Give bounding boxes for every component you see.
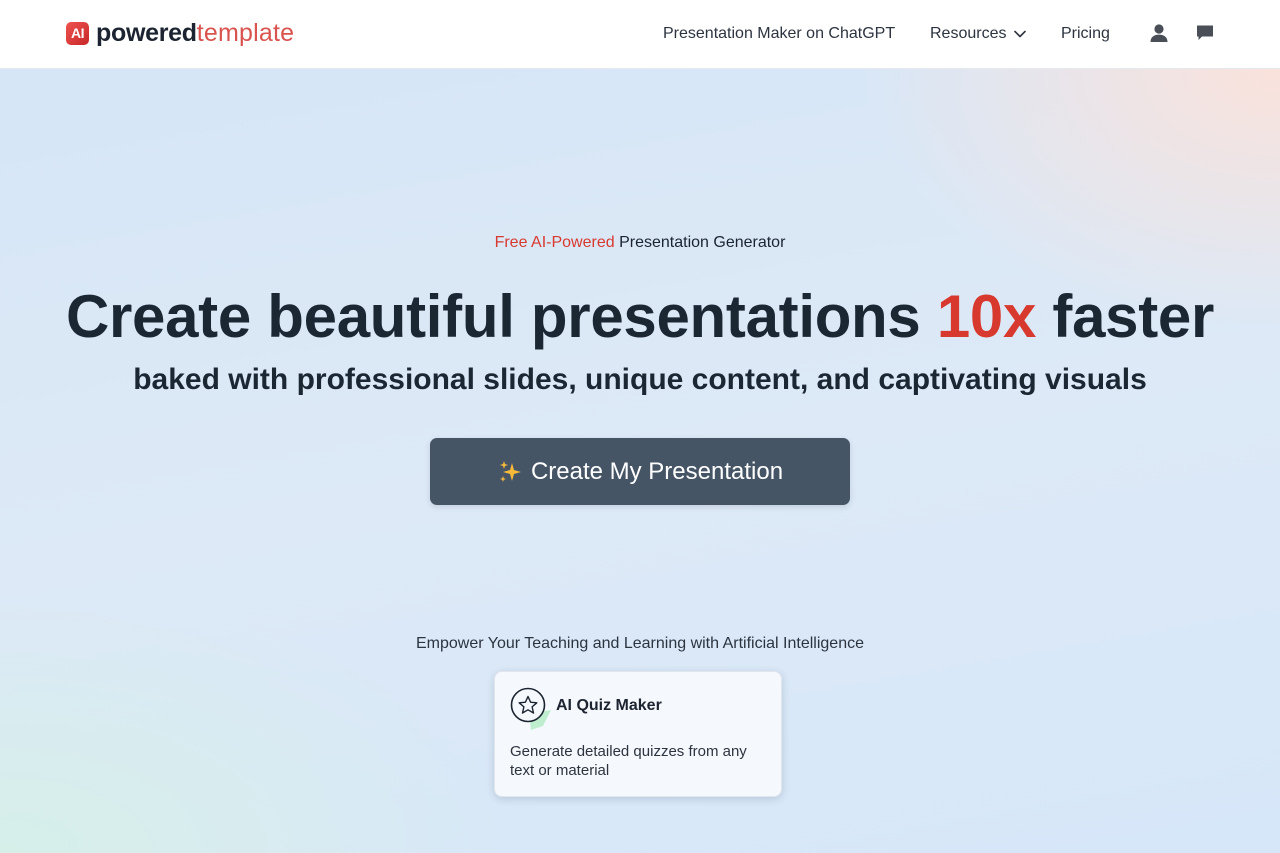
nav-resources-dropdown[interactable]: Resources bbox=[930, 24, 1027, 44]
site-logo[interactable]: AI powered template bbox=[66, 18, 295, 47]
hero-section: Free AI-Powered Presentation Generator C… bbox=[0, 69, 1280, 853]
logo-badge: AI bbox=[66, 21, 89, 45]
nav-pricing[interactable]: Pricing bbox=[1061, 24, 1110, 44]
chevron-down-icon bbox=[1014, 30, 1027, 38]
user-icon[interactable] bbox=[1148, 22, 1170, 44]
star-badge-icon bbox=[510, 687, 551, 730]
tagline-rest: Presentation Generator bbox=[614, 234, 786, 251]
headline-after: faster bbox=[1036, 283, 1215, 350]
headline-accent: 10x bbox=[936, 283, 1037, 350]
create-presentation-button[interactable]: Create My Presentation bbox=[430, 438, 850, 505]
hero-subheadline: baked with professional slides, unique c… bbox=[133, 363, 1147, 396]
logo-word-bold: powered bbox=[96, 18, 197, 47]
chat-icon[interactable] bbox=[1194, 22, 1216, 44]
headline-before: Create beautiful presentations bbox=[65, 283, 937, 350]
sparkles-icon bbox=[497, 458, 525, 486]
nav-presentation-maker-chatgpt[interactable]: Presentation Maker on ChatGPT bbox=[663, 24, 895, 44]
create-presentation-label: Create My Presentation bbox=[530, 457, 784, 485]
card-title: AI Quiz Maker bbox=[556, 697, 662, 714]
tagline-accent: Free AI-Powered bbox=[494, 234, 615, 251]
site-header: AI powered template Presentation Maker o… bbox=[0, 0, 1280, 69]
logo-word-light: template bbox=[196, 18, 295, 47]
ai-quiz-maker-card[interactable]: AI Quiz Maker Generate detailed quizzes … bbox=[494, 671, 782, 797]
hero-headline: Create beautiful presentations 10x faste… bbox=[0, 281, 1280, 353]
tools-heading: Empower Your Teaching and Learning with … bbox=[416, 635, 864, 652]
hero-tagline: Free AI-Powered Presentation Generator bbox=[0, 233, 1280, 253]
card-description: Generate detailed quizzes from any text … bbox=[510, 743, 747, 779]
nav-resources-label: Resources bbox=[930, 25, 1007, 42]
